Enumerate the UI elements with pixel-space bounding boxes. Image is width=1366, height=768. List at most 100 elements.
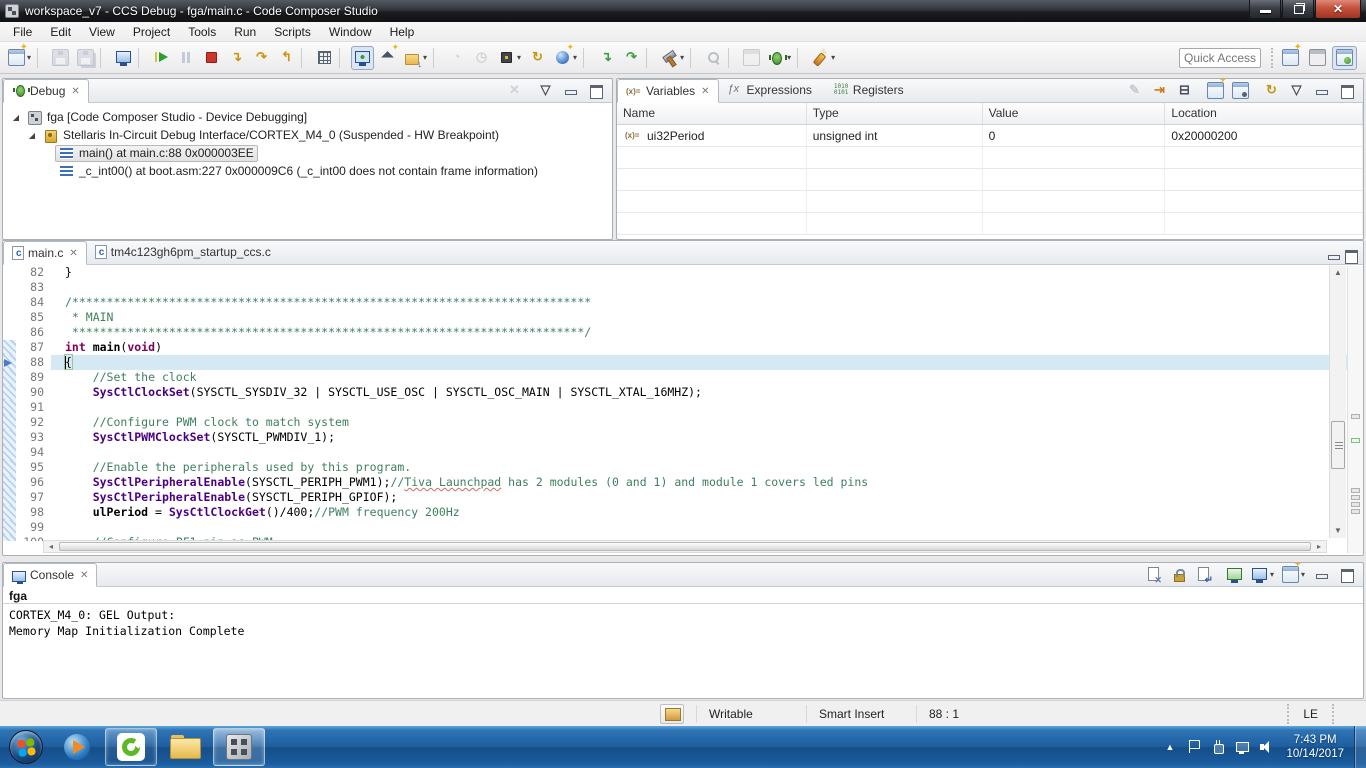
volume-icon[interactable] [1257, 738, 1275, 756]
code-line[interactable]: 92 //Configure PWM clock to match system [3, 415, 1363, 430]
editor-tab-tm4c123gh6pm_startup_ccs.c[interactable]: tm4c123gh6pm_startup_ccs.c [87, 240, 284, 264]
build-dropdown[interactable]: ▾ [680, 53, 684, 62]
restart-button[interactable]: ▾ [551, 46, 580, 70]
menu-view[interactable]: View [80, 23, 124, 41]
code-line[interactable]: 98 ulPeriod = SysCtlClockGet()/400;//PWM… [3, 505, 1363, 520]
column-header-name[interactable]: Name [617, 103, 807, 124]
quick-access-box[interactable]: Quick Access [1179, 48, 1261, 68]
close-tab-icon[interactable]: ✕ [71, 86, 79, 97]
scroll-up-icon[interactable]: ▲ [1330, 266, 1346, 280]
pin-view-button[interactable] [1229, 78, 1252, 102]
expander-icon[interactable]: ◢ [25, 131, 39, 140]
maximize-button[interactable] [1335, 562, 1358, 586]
debug-launch-button[interactable]: ▾ [765, 46, 794, 70]
tree-node[interactable]: fga [Code Composer Studio - Device Debug… [23, 109, 311, 126]
maximize-icon[interactable] [1342, 247, 1359, 264]
flash-button[interactable]: ▾ [495, 46, 524, 70]
run-to-line-button[interactable] [376, 46, 399, 70]
tab-variables[interactable]: Variables✕ [617, 79, 719, 103]
add-global-variable-button[interactable]: ⇥ [1148, 78, 1171, 102]
view-menu-button[interactable]: ▽ [534, 78, 557, 102]
table-row-empty[interactable] [617, 169, 1363, 191]
tab-debug[interactable]: Debug ✕ [3, 79, 89, 103]
code-line[interactable]: 84/*************************************… [3, 295, 1363, 310]
overview-mark[interactable] [1351, 438, 1360, 443]
vertical-scrollbar[interactable]: ▲ ▼ [1329, 266, 1346, 538]
word-wrap-button[interactable] [1192, 562, 1215, 586]
step-return-button[interactable]: ↰ [275, 46, 298, 70]
table-row-empty[interactable] [617, 147, 1363, 169]
overview-mark[interactable] [1351, 509, 1360, 514]
tab-expressions[interactable]: Expressions [719, 78, 825, 102]
ccs-edit-perspective-button[interactable] [1305, 46, 1330, 70]
editor-tab-main.c[interactable]: main.c✕ [3, 241, 87, 265]
highlight-dropdown[interactable]: ▾ [831, 53, 835, 62]
minimize-window-button[interactable] [1249, 0, 1281, 19]
new-dropdown[interactable]: ▾ [27, 53, 31, 62]
restore-window-button[interactable] [1282, 0, 1314, 19]
coccoc-browser-button[interactable] [105, 728, 157, 766]
code-line[interactable]: 85 * MAIN [3, 310, 1363, 325]
code-line[interactable]: 83 [3, 280, 1363, 295]
column-header-value[interactable]: Value [983, 103, 1166, 124]
menu-file[interactable]: File [4, 23, 41, 41]
taskbar-clock[interactable]: 7:43 PM 10/14/2017 [1286, 733, 1344, 761]
code-line[interactable]: 97 SysCtlPeripheralEnable(SYSCTL_PERIPH_… [3, 490, 1363, 505]
reset-cpu-button[interactable]: ↻ [526, 46, 549, 70]
column-header-type[interactable]: Type [807, 103, 983, 124]
close-tab-icon[interactable]: ✕ [701, 86, 709, 97]
tree-node[interactable]: Stellaris In-Circuit Debug Interface/COR… [39, 127, 503, 144]
new-view-button[interactable] [1204, 78, 1227, 102]
table-row-empty[interactable] [617, 191, 1363, 213]
asm-step-over-button[interactable]: ↷ [620, 46, 643, 70]
debug-tree-item[interactable]: main() at main.c:88 0x000003EE [3, 144, 612, 162]
display-console-button[interactable]: ▾ [1248, 562, 1277, 586]
load-program-dropdown[interactable]: ▾ [423, 53, 427, 62]
ccs-taskbar-button[interactable] [213, 728, 265, 766]
close-tab-icon[interactable]: ✕ [80, 570, 88, 581]
step-over-button[interactable]: ↷ [250, 46, 273, 70]
minimize-icon[interactable] [1325, 247, 1342, 264]
asm-step-into-button[interactable]: ↴ [595, 46, 618, 70]
minimize-button[interactable] [1310, 562, 1333, 586]
overview-mark[interactable] [1351, 414, 1360, 419]
close-tab-icon[interactable]: ✕ [69, 248, 77, 259]
code-line[interactable]: 86 *************************************… [3, 325, 1363, 340]
menu-edit[interactable]: Edit [41, 23, 80, 41]
scrollbar-thumb[interactable] [1331, 421, 1345, 469]
ccs-debug-perspective-button[interactable] [1332, 46, 1357, 70]
code-line[interactable]: 93 SysCtlPWMClockSet(SYSCTL_PWMDIV_1); [3, 430, 1363, 445]
code-line[interactable]: 96 SysCtlPeripheralEnable(SYSCTL_PERIPH_… [3, 475, 1363, 490]
cell-location[interactable]: 0x20000200 [1165, 125, 1363, 146]
debug-console-button[interactable] [112, 46, 135, 70]
code-line[interactable]: 87int main(void) [3, 340, 1363, 355]
refresh-button[interactable]: ↻ [1260, 78, 1283, 102]
menu-project[interactable]: Project [124, 23, 179, 41]
editor-presentation-icon[interactable] [660, 704, 684, 724]
debug-tree-item[interactable]: ◢Stellaris In-Circuit Debug Interface/CO… [3, 126, 612, 144]
code-line[interactable]: 91 [3, 400, 1363, 415]
new-button[interactable]: ▾ [5, 46, 34, 70]
debug-tree-item[interactable]: _c_int00() at boot.asm:227 0x000009C6 (_… [3, 162, 612, 180]
menu-tools[interactable]: Tools [179, 23, 225, 41]
code-line[interactable]: 99 [3, 520, 1363, 535]
build-button[interactable]: ▾ [658, 46, 687, 70]
media-player-button[interactable] [51, 728, 103, 766]
maximize-button[interactable] [1335, 78, 1358, 102]
display-console-dropdown[interactable]: ▾ [1270, 570, 1274, 579]
minimize-button[interactable] [1310, 78, 1333, 102]
overview-mark[interactable] [1351, 502, 1360, 507]
expander-icon[interactable]: ◢ [9, 113, 23, 122]
resume-button[interactable] [150, 46, 173, 70]
cell-type[interactable]: unsigned int [807, 125, 983, 146]
maximize-button[interactable] [584, 78, 607, 102]
minimize-button[interactable] [559, 78, 582, 102]
cell-value[interactable]: 0 [983, 125, 1166, 146]
collapse-all-button[interactable]: ⊟ [1173, 78, 1196, 102]
close-window-button[interactable] [1315, 0, 1361, 19]
flash-dropdown[interactable]: ▾ [517, 53, 521, 62]
load-program-button[interactable]: ▾ [401, 46, 430, 70]
overview-mark[interactable] [1351, 495, 1360, 500]
scroll-left-icon[interactable]: ◂ [44, 542, 58, 551]
table-row-empty[interactable] [617, 213, 1363, 235]
